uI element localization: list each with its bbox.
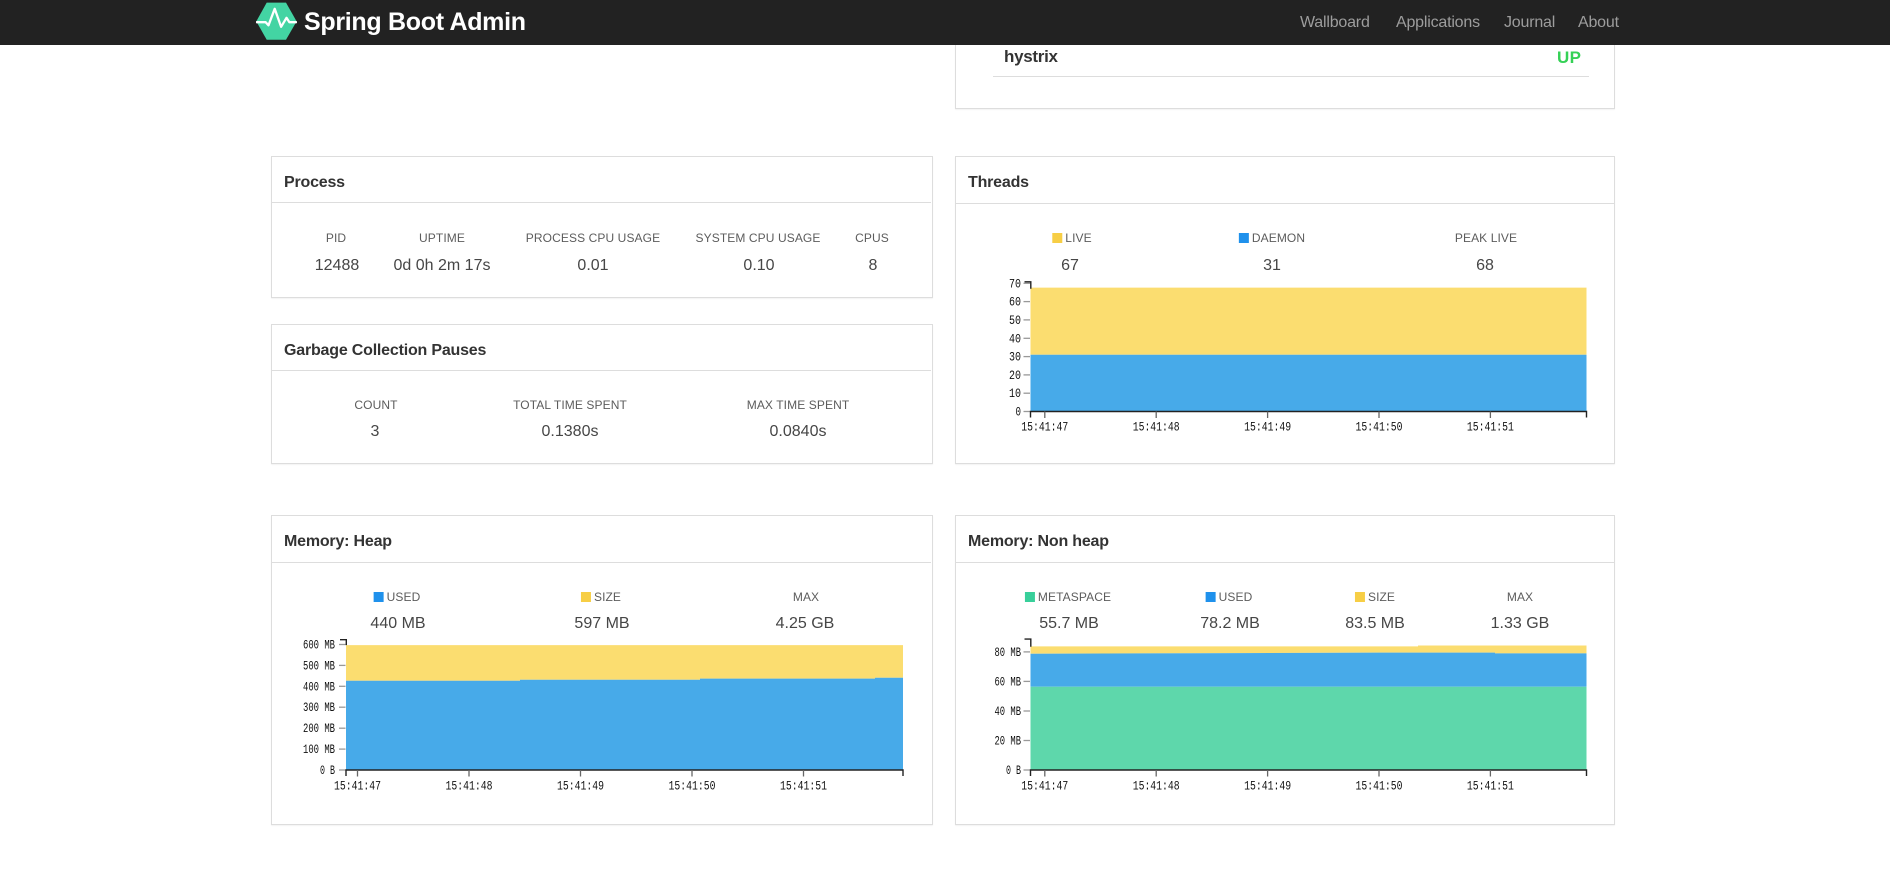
svg-text:15:41:50: 15:41:50 — [669, 779, 716, 794]
svg-text:50: 50 — [1009, 313, 1021, 328]
svg-text:15:41:51: 15:41:51 — [1467, 779, 1514, 794]
svg-text:60 MB: 60 MB — [995, 674, 1022, 689]
svg-text:0: 0 — [1016, 405, 1022, 420]
svg-text:15:41:47: 15:41:47 — [1021, 420, 1068, 435]
svg-text:15:41:50: 15:41:50 — [1356, 779, 1403, 794]
svg-text:500 MB: 500 MB — [303, 658, 335, 673]
svg-text:600 MB: 600 MB — [303, 638, 335, 653]
svg-text:30: 30 — [1009, 350, 1021, 365]
svg-text:40 MB: 40 MB — [995, 704, 1022, 719]
svg-text:15:41:47: 15:41:47 — [1021, 779, 1068, 794]
svg-text:0 B: 0 B — [320, 763, 335, 778]
svg-text:10: 10 — [1009, 386, 1021, 401]
svg-text:15:41:49: 15:41:49 — [1244, 779, 1291, 794]
svg-text:20: 20 — [1009, 368, 1021, 383]
svg-text:15:41:48: 15:41:48 — [1133, 779, 1180, 794]
svg-text:300 MB: 300 MB — [303, 700, 335, 715]
svg-text:400 MB: 400 MB — [303, 679, 335, 694]
svg-text:15:41:48: 15:41:48 — [1133, 420, 1180, 435]
svg-text:100 MB: 100 MB — [303, 742, 335, 757]
svg-text:15:41:48: 15:41:48 — [446, 779, 493, 794]
svg-text:20 MB: 20 MB — [995, 734, 1022, 749]
svg-text:15:41:50: 15:41:50 — [1356, 420, 1403, 435]
svg-text:80 MB: 80 MB — [995, 645, 1022, 660]
svg-text:200 MB: 200 MB — [303, 721, 335, 736]
svg-text:70: 70 — [1009, 276, 1021, 291]
svg-text:15:41:51: 15:41:51 — [1467, 420, 1514, 435]
svg-text:40: 40 — [1009, 331, 1021, 346]
svg-text:15:41:51: 15:41:51 — [780, 779, 827, 794]
svg-text:60: 60 — [1009, 295, 1021, 310]
svg-text:15:41:47: 15:41:47 — [334, 779, 381, 794]
svg-text:15:41:49: 15:41:49 — [557, 779, 604, 794]
svg-text:15:41:49: 15:41:49 — [1244, 420, 1291, 435]
svg-text:0 B: 0 B — [1006, 763, 1021, 778]
